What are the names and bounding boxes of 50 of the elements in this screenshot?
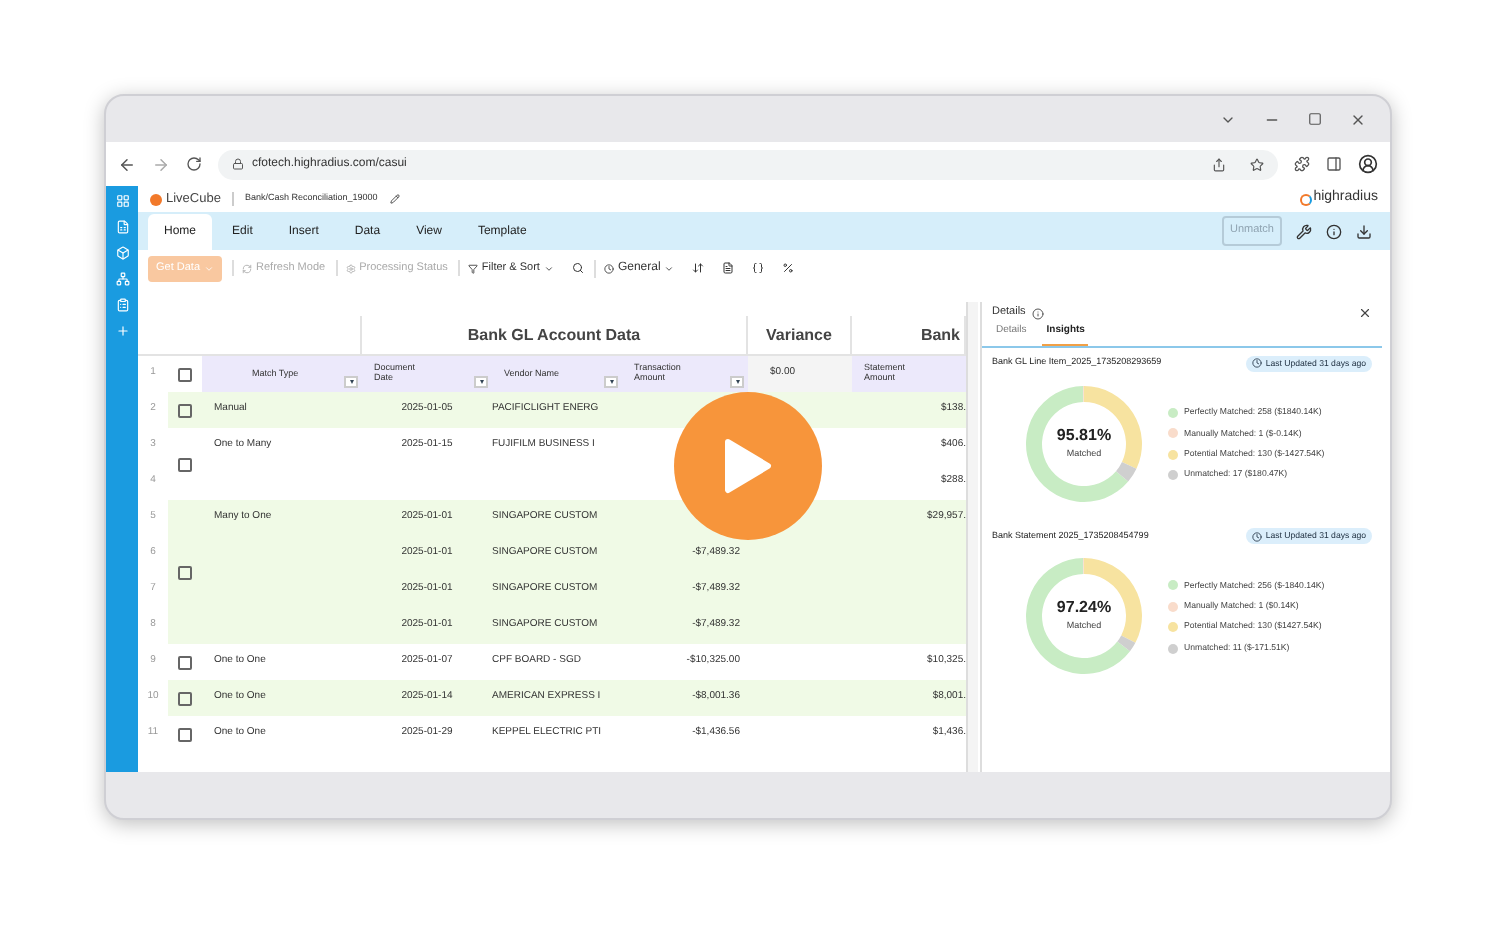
close-icon[interactable] <box>1358 306 1372 320</box>
caret-icon <box>543 263 554 273</box>
search-icon[interactable] <box>571 262 584 274</box>
filter-icon <box>467 263 478 273</box>
group-header: Variance <box>748 316 852 354</box>
filter-dropdown-icon[interactable] <box>344 376 358 388</box>
sheet-icon[interactable] <box>115 220 129 234</box>
row-checkbox[interactable] <box>178 565 192 579</box>
row-checkbox[interactable] <box>178 727 192 741</box>
clipboard-icon[interactable] <box>115 298 129 312</box>
side-panel-icon[interactable] <box>1326 156 1342 172</box>
maximize-icon[interactable] <box>1308 112 1322 126</box>
lock-icon <box>232 158 244 170</box>
close-icon[interactable] <box>1350 111 1366 127</box>
profile-icon[interactable] <box>1358 154 1378 174</box>
caret-icon <box>204 263 215 273</box>
scrollbar[interactable] <box>966 302 978 772</box>
filter-dropdown-icon[interactable] <box>730 376 744 388</box>
share-icon[interactable] <box>1212 157 1226 171</box>
clock-icon <box>1251 531 1262 542</box>
grid-icon[interactable] <box>115 194 129 208</box>
row-checkbox[interactable] <box>178 457 192 471</box>
sort-icon[interactable] <box>692 262 705 274</box>
group-header: Bank GL Account Data <box>362 316 748 354</box>
info-icon[interactable] <box>1326 223 1342 239</box>
star-icon[interactable] <box>1250 157 1264 171</box>
filter-dropdown-icon[interactable] <box>604 376 618 388</box>
network-icon[interactable] <box>115 272 129 286</box>
reload-icon[interactable] <box>186 156 202 172</box>
edit-icon[interactable] <box>389 194 400 204</box>
clock-icon <box>603 263 614 273</box>
refresh-icon <box>242 263 253 273</box>
caret-icon <box>664 263 675 273</box>
braces-icon[interactable] <box>752 262 765 274</box>
clock-icon <box>1251 358 1262 369</box>
play-icon <box>724 438 772 494</box>
select-all-checkbox[interactable] <box>178 367 192 381</box>
download-icon[interactable] <box>1356 223 1372 239</box>
gear-icon <box>345 263 356 273</box>
filter-dropdown-icon[interactable] <box>474 376 488 388</box>
matched-percent: 97.24% <box>1056 600 1112 616</box>
percent-icon[interactable] <box>782 262 795 274</box>
wrench-icon[interactable] <box>1296 223 1312 239</box>
row-checkbox[interactable] <box>178 655 192 669</box>
row-checkbox[interactable] <box>178 691 192 705</box>
extensions-icon[interactable] <box>1294 156 1310 172</box>
matched-percent: 95.81% <box>1056 427 1112 444</box>
back-icon[interactable] <box>118 155 136 173</box>
document-icon[interactable] <box>722 262 735 274</box>
cube-icon[interactable] <box>115 246 129 260</box>
